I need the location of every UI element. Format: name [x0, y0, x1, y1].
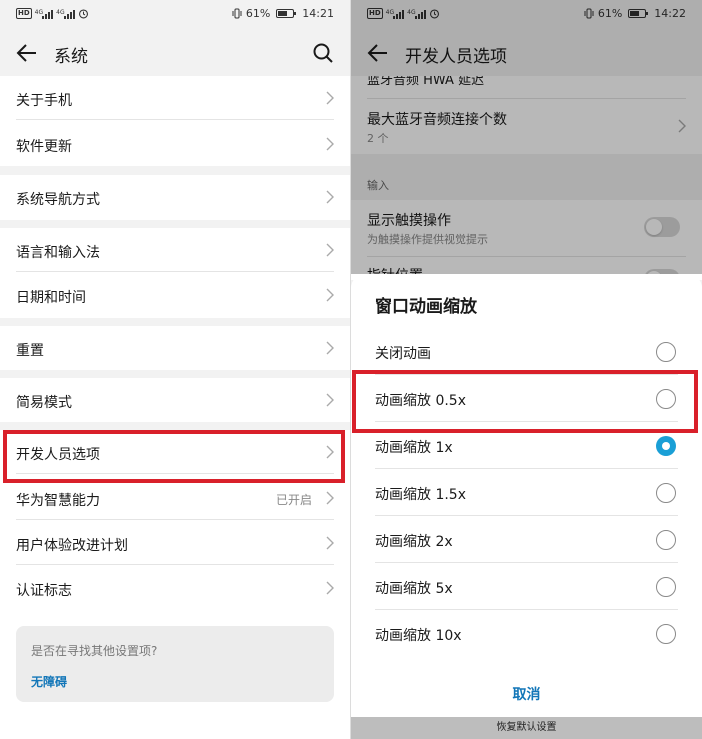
battery-icon [276, 9, 297, 18]
accessibility-link[interactable]: 无障碍 [31, 673, 67, 690]
radio-button-icon[interactable] [656, 530, 676, 550]
option-label: 动画缩放 0.5x [375, 393, 466, 409]
option-label: 动画缩放 1.5x [375, 487, 466, 503]
animation-scale-option[interactable]: 动画缩放 2x [375, 516, 678, 563]
animation-scale-option[interactable]: 动画缩放 10x [375, 610, 678, 657]
system-settings-screen: HD 4G 4G 61% 14:21 系统 关于手机 软件更新 系统导航方式 语… [0, 0, 350, 739]
settings-group: 关于手机 软件更新 [0, 76, 350, 166]
option-label: 动画缩放 10x [375, 628, 462, 644]
option-label: 动画缩放 5x [375, 581, 453, 597]
animation-scale-option[interactable]: 关闭动画 [375, 328, 678, 375]
screenshot-composite: HD 4G 4G 61% 14:21 系统 关于手机 软件更新 系统导航方式 语… [0, 0, 702, 739]
hd-icon: HD [16, 8, 32, 19]
settings-item-reset[interactable]: 重置 [16, 326, 334, 370]
chevron-right-icon [326, 288, 334, 302]
clock: 14:21 [302, 7, 334, 20]
radio-button-icon[interactable] [656, 624, 676, 644]
chevron-right-icon [326, 341, 334, 355]
status-value: 已开启 [275, 493, 312, 507]
settings-item-simple-mode[interactable]: 简易模式 [16, 378, 334, 422]
settings-item-software-update[interactable]: 软件更新 [16, 122, 334, 166]
signal-icon: 4G [35, 9, 54, 19]
settings-item-date-time[interactable]: 日期和时间 [16, 273, 334, 317]
suggestion-question: 是否在寻找其他设置项? [31, 644, 158, 658]
back-arrow-icon[interactable] [16, 43, 38, 63]
developer-options-screen: HD 4G 4G 61% 14:22 开发人员选项 蓝牙音频 HWA 延迟 最大… [351, 0, 702, 739]
chevron-right-icon [326, 491, 334, 505]
chevron-right-icon [326, 393, 334, 407]
radio-button-icon[interactable] [656, 483, 676, 503]
restore-defaults-bar[interactable]: 恢复默认设置 [351, 717, 702, 739]
settings-item-certification[interactable]: 认证标志 [16, 566, 334, 610]
settings-item-huawei-ai[interactable]: 华为智慧能力 已开启 [16, 476, 334, 520]
animation-scale-option[interactable]: 动画缩放 1x [375, 422, 678, 469]
radio-button-icon[interactable] [656, 342, 676, 362]
settings-group: 系统导航方式 [0, 175, 350, 220]
page-title: 系统 [54, 47, 88, 67]
search-icon[interactable] [312, 42, 334, 64]
animation-scale-option[interactable]: 动画缩放 1.5x [375, 469, 678, 516]
chevron-right-icon [326, 91, 334, 105]
option-label: 关闭动画 [375, 346, 431, 362]
cancel-button[interactable]: 取消 [351, 684, 702, 704]
settings-group: 开发人员选项 华为智慧能力 已开启 用户体验改进计划 认证标志 [0, 430, 350, 610]
chevron-right-icon [326, 137, 334, 151]
animation-scale-option[interactable]: 动画缩放 0.5x [375, 375, 678, 422]
alarm-icon [78, 9, 88, 19]
option-label: 动画缩放 2x [375, 534, 453, 550]
settings-item-developer-options[interactable]: 开发人员选项 [16, 430, 334, 474]
radio-button-icon[interactable] [656, 436, 676, 456]
settings-item-language-input[interactable]: 语言和输入法 [16, 228, 334, 272]
app-bar: 系统 [0, 30, 350, 76]
settings-item-ux-improvement[interactable]: 用户体验改进计划 [16, 521, 334, 565]
status-bar: HD 4G 4G 61% 14:21 [0, 0, 350, 30]
modal-scrim[interactable] [351, 0, 702, 274]
vibrate-icon [232, 8, 242, 19]
chevron-right-icon [326, 190, 334, 204]
settings-item-navigation[interactable]: 系统导航方式 [16, 175, 334, 219]
chevron-right-icon [326, 243, 334, 257]
radio-button-icon[interactable] [656, 577, 676, 597]
signal-icon-2: 4G [56, 9, 75, 19]
settings-group: 简易模式 [0, 378, 350, 422]
option-label: 动画缩放 1x [375, 440, 453, 456]
settings-item-about-phone[interactable]: 关于手机 [16, 76, 334, 120]
radio-button-icon[interactable] [656, 389, 676, 409]
battery-percent: 61% [245, 7, 271, 20]
suggestion-card: 是否在寻找其他设置项? 无障碍 [16, 626, 334, 702]
animation-scale-dialog: 窗口动画缩放 关闭动画动画缩放 0.5x 动画缩放 1x 动画缩放 1.5x 动画缩放… [351, 274, 702, 739]
chevron-right-icon [326, 445, 334, 459]
settings-group: 语言和输入法 日期和时间 [0, 228, 350, 318]
chevron-right-icon [326, 581, 334, 595]
settings-group: 重置 [0, 326, 350, 370]
animation-scale-option[interactable]: 动画缩放 5x [375, 563, 678, 610]
chevron-right-icon [326, 536, 334, 550]
dialog-title: 窗口动画缩放 [375, 297, 477, 317]
